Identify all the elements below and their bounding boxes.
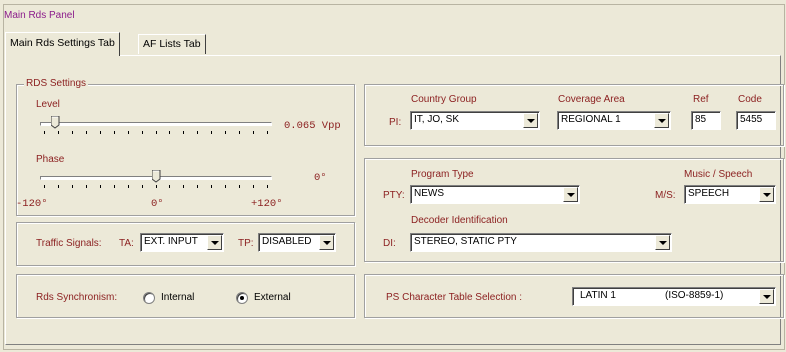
slider-tick	[71, 185, 73, 188]
level-slider-thumb[interactable]	[50, 115, 60, 129]
music-speech-select[interactable]: SPEECH	[684, 185, 776, 204]
di-label: DI:	[383, 238, 396, 249]
slider-tick	[197, 131, 199, 134]
slider-tick	[253, 185, 255, 188]
phase-value: 0°	[314, 172, 327, 184]
program-type-label: Program Type	[411, 169, 474, 180]
slider-thumb-icon	[151, 169, 160, 183]
slider-thumb-icon	[50, 115, 60, 129]
ta-label: TA:	[119, 238, 134, 249]
slider-tick	[183, 131, 185, 134]
slider-tick	[155, 131, 157, 134]
rds-settings-legend: RDS Settings	[24, 78, 89, 89]
code-input[interactable]: 5455	[736, 111, 776, 130]
level-label: Level	[36, 99, 60, 110]
slider-tick	[211, 185, 213, 188]
phase-slider-thumb[interactable]	[151, 169, 161, 183]
ms-label: M/S:	[655, 190, 676, 201]
country-group-select[interactable]: IT, JO, SK	[410, 111, 540, 130]
slider-tick	[99, 131, 101, 134]
phase-label: Phase	[36, 154, 65, 165]
coverage-area-label: Coverage Area	[558, 94, 625, 105]
slider-tick	[141, 131, 143, 134]
decoder-identification-label: Decoder Identification	[411, 215, 508, 226]
slider-tick	[57, 185, 59, 188]
rds-synchronism-label: Rds Synchronism:	[36, 292, 118, 303]
program-type-value: NEWS	[414, 188, 444, 199]
slider-tick	[85, 131, 87, 134]
slider-tick	[127, 185, 129, 188]
slider-tick	[85, 185, 87, 188]
code-label: Code	[738, 94, 762, 105]
level-slider-track	[40, 122, 272, 126]
chevron-down-icon[interactable]	[563, 187, 578, 202]
tab-af-lists[interactable]: AF Lists Tab	[138, 34, 206, 54]
ps-character-table-select[interactable]: LATIN 1 (ISO-8859-1)	[572, 287, 776, 306]
slider-tick	[197, 185, 199, 188]
chevron-down-icon[interactable]	[207, 235, 222, 250]
slider-tick	[169, 131, 171, 134]
sync-external-radio[interactable]	[236, 292, 248, 304]
slider-tick	[44, 185, 45, 188]
tp-select-value: DISABLED	[262, 236, 312, 247]
slider-tick	[267, 185, 268, 188]
slider-tick	[225, 185, 227, 188]
slider-tick	[57, 131, 59, 134]
slider-tick	[44, 131, 45, 134]
music-speech-label: Music / Speech	[684, 169, 753, 180]
rds-settings-group	[16, 84, 355, 216]
decoder-identification-value: STEREO, STATIC PTY	[414, 236, 517, 247]
slider-tick	[113, 185, 115, 188]
tp-label: TP:	[238, 238, 254, 249]
phase-tick-mid: 0°	[151, 198, 164, 210]
phase-tick-max: +120°	[251, 198, 283, 210]
program-type-select[interactable]: NEWS	[410, 185, 580, 204]
phase-tick-min: -120°	[16, 198, 48, 210]
chevron-down-icon[interactable]	[319, 235, 334, 250]
chevron-down-icon[interactable]	[523, 113, 538, 128]
ta-select-value: EXT. INPUT	[144, 236, 198, 247]
ps-table-name: LATIN 1	[580, 290, 616, 301]
ps-character-table-label: PS Character Table Selection :	[386, 292, 523, 303]
coverage-area-select[interactable]: REGIONAL 1	[557, 111, 671, 130]
slider-tick	[183, 185, 185, 188]
traffic-signals-label: Traffic Signals:	[36, 238, 102, 249]
slider-tick	[225, 131, 227, 134]
slider-tick	[141, 185, 143, 188]
sync-internal-label[interactable]: Internal	[161, 292, 194, 303]
sync-external-label[interactable]: External	[254, 292, 291, 303]
country-group-value: IT, JO, SK	[414, 114, 460, 125]
level-value: 0.065 Vpp	[284, 120, 341, 132]
slider-tick	[239, 131, 241, 134]
chevron-down-icon[interactable]	[759, 187, 774, 202]
slider-tick	[113, 131, 115, 134]
slider-tick	[71, 131, 73, 134]
coverage-area-value: REGIONAL 1	[561, 114, 621, 125]
pty-label: PTY:	[383, 190, 405, 201]
slider-tick	[155, 185, 157, 188]
pi-label: PI:	[389, 117, 402, 128]
chevron-down-icon[interactable]	[655, 235, 670, 250]
music-speech-value: SPEECH	[688, 188, 730, 199]
chevron-down-icon[interactable]	[654, 113, 669, 128]
country-group-label: Country Group	[411, 94, 477, 105]
ta-select[interactable]: EXT. INPUT	[140, 233, 224, 252]
decoder-identification-select[interactable]: STEREO, STATIC PTY	[410, 233, 672, 252]
slider-tick	[253, 131, 255, 134]
slider-tick	[267, 131, 268, 134]
ref-input[interactable]: 85	[691, 111, 721, 130]
slider-tick	[211, 131, 213, 134]
ref-label: Ref	[693, 94, 709, 105]
panel-title: Main Rds Panel	[4, 10, 75, 21]
slider-tick	[239, 185, 241, 188]
slider-tick	[127, 131, 129, 134]
tp-select[interactable]: DISABLED	[258, 233, 336, 252]
tab-main-rds-settings[interactable]: Main Rds Settings Tab	[5, 32, 120, 56]
sync-internal-radio[interactable]	[143, 292, 155, 304]
slider-tick	[99, 185, 101, 188]
chevron-down-icon[interactable]	[759, 289, 774, 304]
ps-table-code: (ISO-8859-1)	[665, 290, 724, 301]
slider-tick	[169, 185, 171, 188]
